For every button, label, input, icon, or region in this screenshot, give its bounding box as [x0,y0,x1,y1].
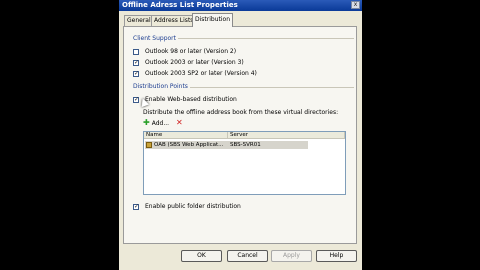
tab-address-lists[interactable]: Address Lists [151,15,197,26]
distribution-points-divider [170,87,354,88]
plus-icon: ✚ [143,118,150,127]
public-folder-distribution-label: Enable public folder distribution [145,203,241,210]
window-title: Offline Adress List Properties [122,1,238,9]
tab-general[interactable]: General [124,15,154,26]
close-button[interactable]: x [351,1,360,9]
enable-web-distribution-label: Enable Web-based distribution [145,96,237,103]
outlook98-checkbox[interactable] [133,49,139,55]
client-support-label: Client Support [133,35,178,42]
add-button[interactable]: ✚ Add... [143,118,173,128]
public-folder-distribution-checkbox[interactable]: ✓ [133,204,139,210]
cancel-button[interactable]: Cancel [227,250,268,262]
virtual-directories-description: Distribute the offline address book from… [143,109,339,116]
web-directory-icon [146,142,152,148]
apply-button[interactable]: Apply [271,250,312,262]
column-header-server[interactable]: Server [228,132,345,139]
tab-general-label: General [127,17,151,24]
help-button[interactable]: Help [316,250,357,262]
tab-distribution-label: Distribution [195,16,231,23]
virtual-directories-list[interactable]: Name Server OAB (SBS Web Applicat... SBS… [143,131,346,195]
table-row[interactable]: OAB (SBS Web Applicat... SBS-SVR01 [145,141,308,149]
client-support-divider [162,38,354,39]
title-bar[interactable]: Offline Adress List Properties x [119,0,362,11]
distribution-points-label: Distribution Points [133,83,190,90]
outlook2003sp2-label: Outlook 2003 SP2 or later (Version 4) [145,70,257,77]
outlook2003-label: Outlook 2003 or later (Version 3) [145,59,244,66]
ok-button[interactable]: OK [181,250,222,262]
remove-x-icon[interactable]: ✕ [176,118,183,127]
outlook2003sp2-checkbox[interactable]: ✓ [133,71,139,77]
tab-distribution[interactable]: Distribution [192,13,234,27]
add-label: Add... [151,120,170,127]
row-name-cell: OAB (SBS Web Applicat... [154,142,224,148]
outlook98-label: Outlook 98 or later (Version 2) [145,48,237,55]
tab-address-lists-label: Address Lists [154,17,194,24]
outlook2003-checkbox[interactable]: ✓ [133,60,139,66]
column-header-name[interactable]: Name [144,132,228,139]
row-server-cell: SBS-SVR01 [230,142,261,148]
